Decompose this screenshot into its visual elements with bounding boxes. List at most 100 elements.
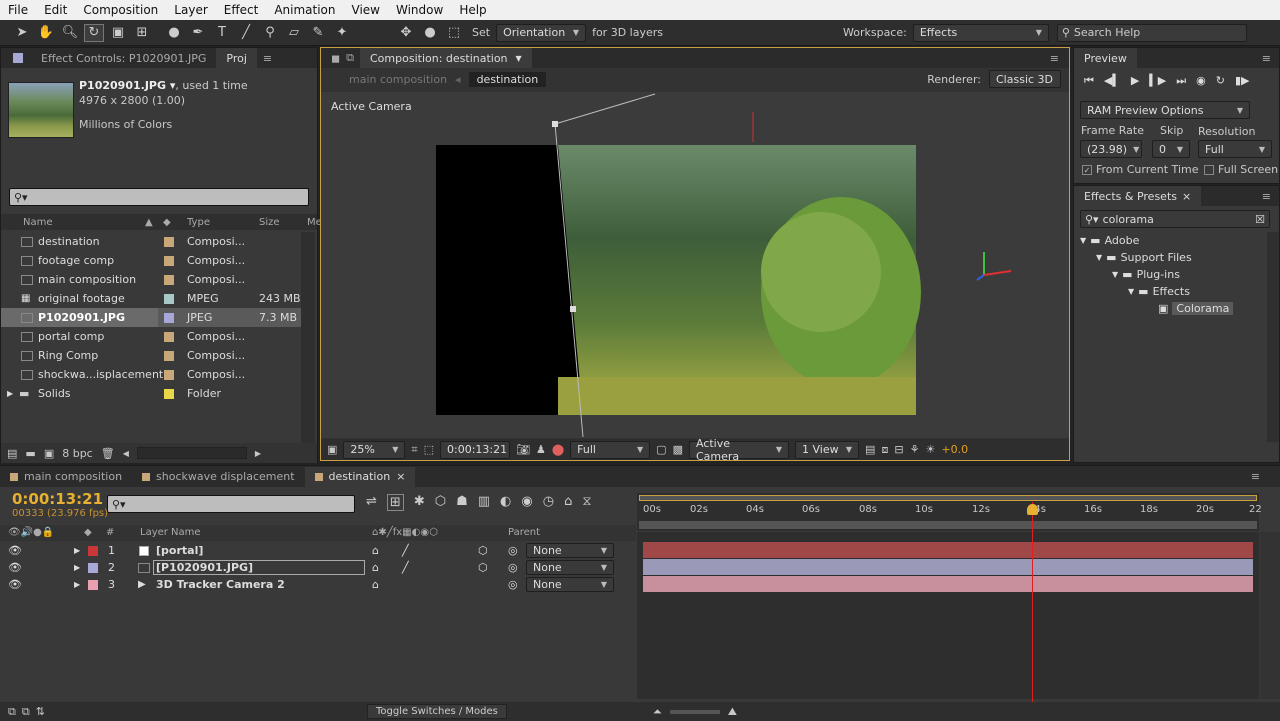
list-item[interactable]: main composition Composi... xyxy=(1,270,301,289)
shy-icon[interactable]: ☗ xyxy=(456,494,468,511)
tab-composition[interactable]: Composition: destination ▼ xyxy=(360,48,532,68)
project-scrollbar[interactable] xyxy=(301,232,315,456)
expand-arrow-icon[interactable]: ▶ xyxy=(7,389,13,398)
eye-icon[interactable]: 👁︎ xyxy=(8,544,22,557)
menu-window[interactable]: Window xyxy=(388,3,451,17)
mask-icon[interactable]: ⬚ xyxy=(424,443,434,456)
tree-item-colorama[interactable]: ▣ Colorama xyxy=(1074,300,1268,317)
camera-view-dropdown[interactable]: Active Camera ▼ xyxy=(688,437,789,463)
timeline-icon[interactable]: ⊟ xyxy=(894,443,903,456)
expand-arrow-icon[interactable]: ▶ xyxy=(74,580,80,589)
frame-blend-icon[interactable]: ▥ xyxy=(478,494,490,511)
transparency-grid-icon[interactable]: ▩ xyxy=(673,443,683,456)
tab-preview[interactable]: Preview xyxy=(1074,48,1137,68)
tab-project[interactable]: Proj xyxy=(216,48,257,68)
draft-3d-icon[interactable]: ✱ xyxy=(414,494,425,511)
timecode-field[interactable]: 0:00:13:21 xyxy=(440,440,511,459)
expand-arrow-icon[interactable]: ▶ xyxy=(74,563,80,572)
panel-menu-icon[interactable]: ≡ xyxy=(1262,190,1271,203)
exposure-icon[interactable]: ☀ xyxy=(925,443,935,456)
timeline-scrollbar[interactable] xyxy=(1260,532,1280,699)
play-icon[interactable]: ▶ xyxy=(1131,74,1139,88)
lock-icon[interactable]: ⧉ xyxy=(346,51,354,65)
ram-preview-icon[interactable]: ▮▶ xyxy=(1235,74,1250,88)
zoom-out-icon[interactable]: ⏶ xyxy=(653,705,662,719)
parent-dropdown[interactable]: None ▼ xyxy=(526,543,614,558)
layer-bar-portal[interactable] xyxy=(643,542,1253,558)
camera-tool-icon[interactable]: ▣ xyxy=(108,24,128,42)
menu-effect[interactable]: Effect xyxy=(216,3,267,17)
playhead-handle[interactable] xyxy=(1027,504,1038,515)
menu-animation[interactable]: Animation xyxy=(266,3,343,17)
current-time[interactable]: 0:00:13:21 xyxy=(12,490,103,508)
close-icon[interactable]: ◼ xyxy=(331,52,340,65)
tree-item-plugins[interactable]: ▼ ▬ Plug-ins xyxy=(1074,266,1268,283)
panel-menu-icon[interactable]: ≡ xyxy=(1262,52,1271,65)
channel-icon[interactable]: ⬤ xyxy=(552,443,564,456)
prev-frame-icon[interactable]: ◀▍ xyxy=(1104,74,1121,88)
list-item[interactable]: shockwa...isplacement Composi... xyxy=(1,365,301,384)
project-search-input[interactable]: ⚲▾ xyxy=(9,188,309,206)
menu-composition[interactable]: Composition xyxy=(75,3,166,17)
motion-blur-icon[interactable]: ◐ xyxy=(500,494,511,511)
time-ruler[interactable]: 00s 02s 04s 06s 08s 10s 12s 14s 16s 18s … xyxy=(637,493,1262,531)
scroll-left-icon[interactable]: ◀ xyxy=(123,449,129,458)
exposure-value[interactable]: +0.0 xyxy=(941,443,968,456)
last-frame-icon[interactable]: ⏭ xyxy=(1176,74,1186,88)
orientation-dropdown[interactable]: Orientation ▼ xyxy=(496,23,587,42)
new-folder-icon[interactable]: ▬ xyxy=(25,447,35,460)
comp-mini-flowchart-icon[interactable]: ⇌ xyxy=(366,494,377,511)
col-type[interactable]: Type xyxy=(187,217,210,228)
scroll-right-icon[interactable]: ▶ xyxy=(255,449,261,458)
eraser-tool-icon[interactable]: ▱ xyxy=(284,24,304,42)
timeline-zoom-slider[interactable] xyxy=(669,709,720,714)
pan-behind-tool-icon[interactable]: ⊞ xyxy=(132,24,152,42)
zoom-tool-icon[interactable]: 🔍︎ xyxy=(60,24,80,42)
world-axis-icon[interactable]: ● xyxy=(420,24,440,42)
pickwhip-icon[interactable]: ◎ xyxy=(508,578,518,591)
list-item[interactable]: portal comp Composi... xyxy=(1,327,301,346)
brainstorm-icon[interactable]: ◷ xyxy=(543,494,554,511)
ram-preview-dropdown[interactable]: RAM Preview Options ▼ xyxy=(1080,101,1250,119)
work-area-bar[interactable] xyxy=(639,495,1257,501)
live-update-icon[interactable]: ⊞ xyxy=(386,494,404,511)
show-snapshot-icon[interactable]: ♟ xyxy=(536,443,546,456)
expand-arrow-icon[interactable]: ▶ xyxy=(74,546,80,555)
in-out-icon[interactable]: ⇅ xyxy=(36,705,45,718)
view-axis-icon[interactable]: ⬚ xyxy=(444,24,464,42)
eye-icon[interactable]: 👁︎ xyxy=(8,578,22,591)
audio-icon[interactable]: ◉ xyxy=(1196,74,1206,88)
tree-item-effects[interactable]: ▼ ▬ Effects xyxy=(1074,283,1268,300)
menu-layer[interactable]: Layer xyxy=(166,3,215,17)
full-screen-checkbox[interactable]: Full Screen xyxy=(1204,163,1278,176)
panel-menu-icon[interactable]: ≡ xyxy=(263,52,272,65)
toggle-switches-button[interactable]: Toggle Switches / Modes xyxy=(366,704,507,719)
horizontal-scrollbar[interactable] xyxy=(136,447,247,459)
pickwhip-icon[interactable]: ◎ xyxy=(508,544,518,557)
views-dropdown[interactable]: 1 View ▼ xyxy=(794,440,859,459)
parent-dropdown[interactable]: None ▼ xyxy=(526,560,614,575)
comp-marker-icon[interactable]: ⧖ xyxy=(582,494,591,511)
workspace-dropdown[interactable]: Effects ▼ xyxy=(912,23,1049,42)
frame-rate-dropdown[interactable]: (23.98) ▼ xyxy=(1080,140,1142,158)
effects-scrollbar[interactable] xyxy=(1267,232,1279,442)
type-tool-icon[interactable]: T xyxy=(212,24,232,42)
tab-shockwave[interactable]: shockwave displacement xyxy=(132,467,305,487)
safe-zones-icon[interactable]: ⌗ xyxy=(411,443,417,457)
table-row-selected[interactable]: 👁︎ ▶ 2 [P1020901.JPG] ⌂ ╱ ⬡ ◎ None ▼ xyxy=(0,559,636,576)
flowchart-icon[interactable]: ⚘ xyxy=(910,443,920,456)
pen-tool-icon[interactable]: ✒ xyxy=(188,24,208,42)
next-frame-icon[interactable]: ▍▶ xyxy=(1149,74,1166,88)
crumb-main[interactable]: main composition xyxy=(349,73,447,86)
table-row[interactable]: 👁︎ ▶ 3 ▶ 3D Tracker Camera 2 ⌂ ◎ None ▼ xyxy=(0,576,636,593)
brush-tool-icon[interactable]: ╱ xyxy=(236,24,256,42)
col-size[interactable]: Size xyxy=(259,217,280,228)
transfer-controls-icon[interactable]: ⧉ xyxy=(22,705,30,719)
preview-resolution-dropdown[interactable]: Full ▼ xyxy=(1198,140,1272,158)
parent-dropdown[interactable]: None ▼ xyxy=(526,577,614,592)
snapshot-icon[interactable]: 📷︎ xyxy=(516,443,530,456)
col-layer-name[interactable]: Layer Name xyxy=(140,527,201,538)
list-item[interactable]: footage comp Composi... xyxy=(1,251,301,270)
list-item[interactable]: ▦ original footage MPEG 243 MB xyxy=(1,289,301,308)
tab-main-composition[interactable]: main composition xyxy=(0,467,132,487)
